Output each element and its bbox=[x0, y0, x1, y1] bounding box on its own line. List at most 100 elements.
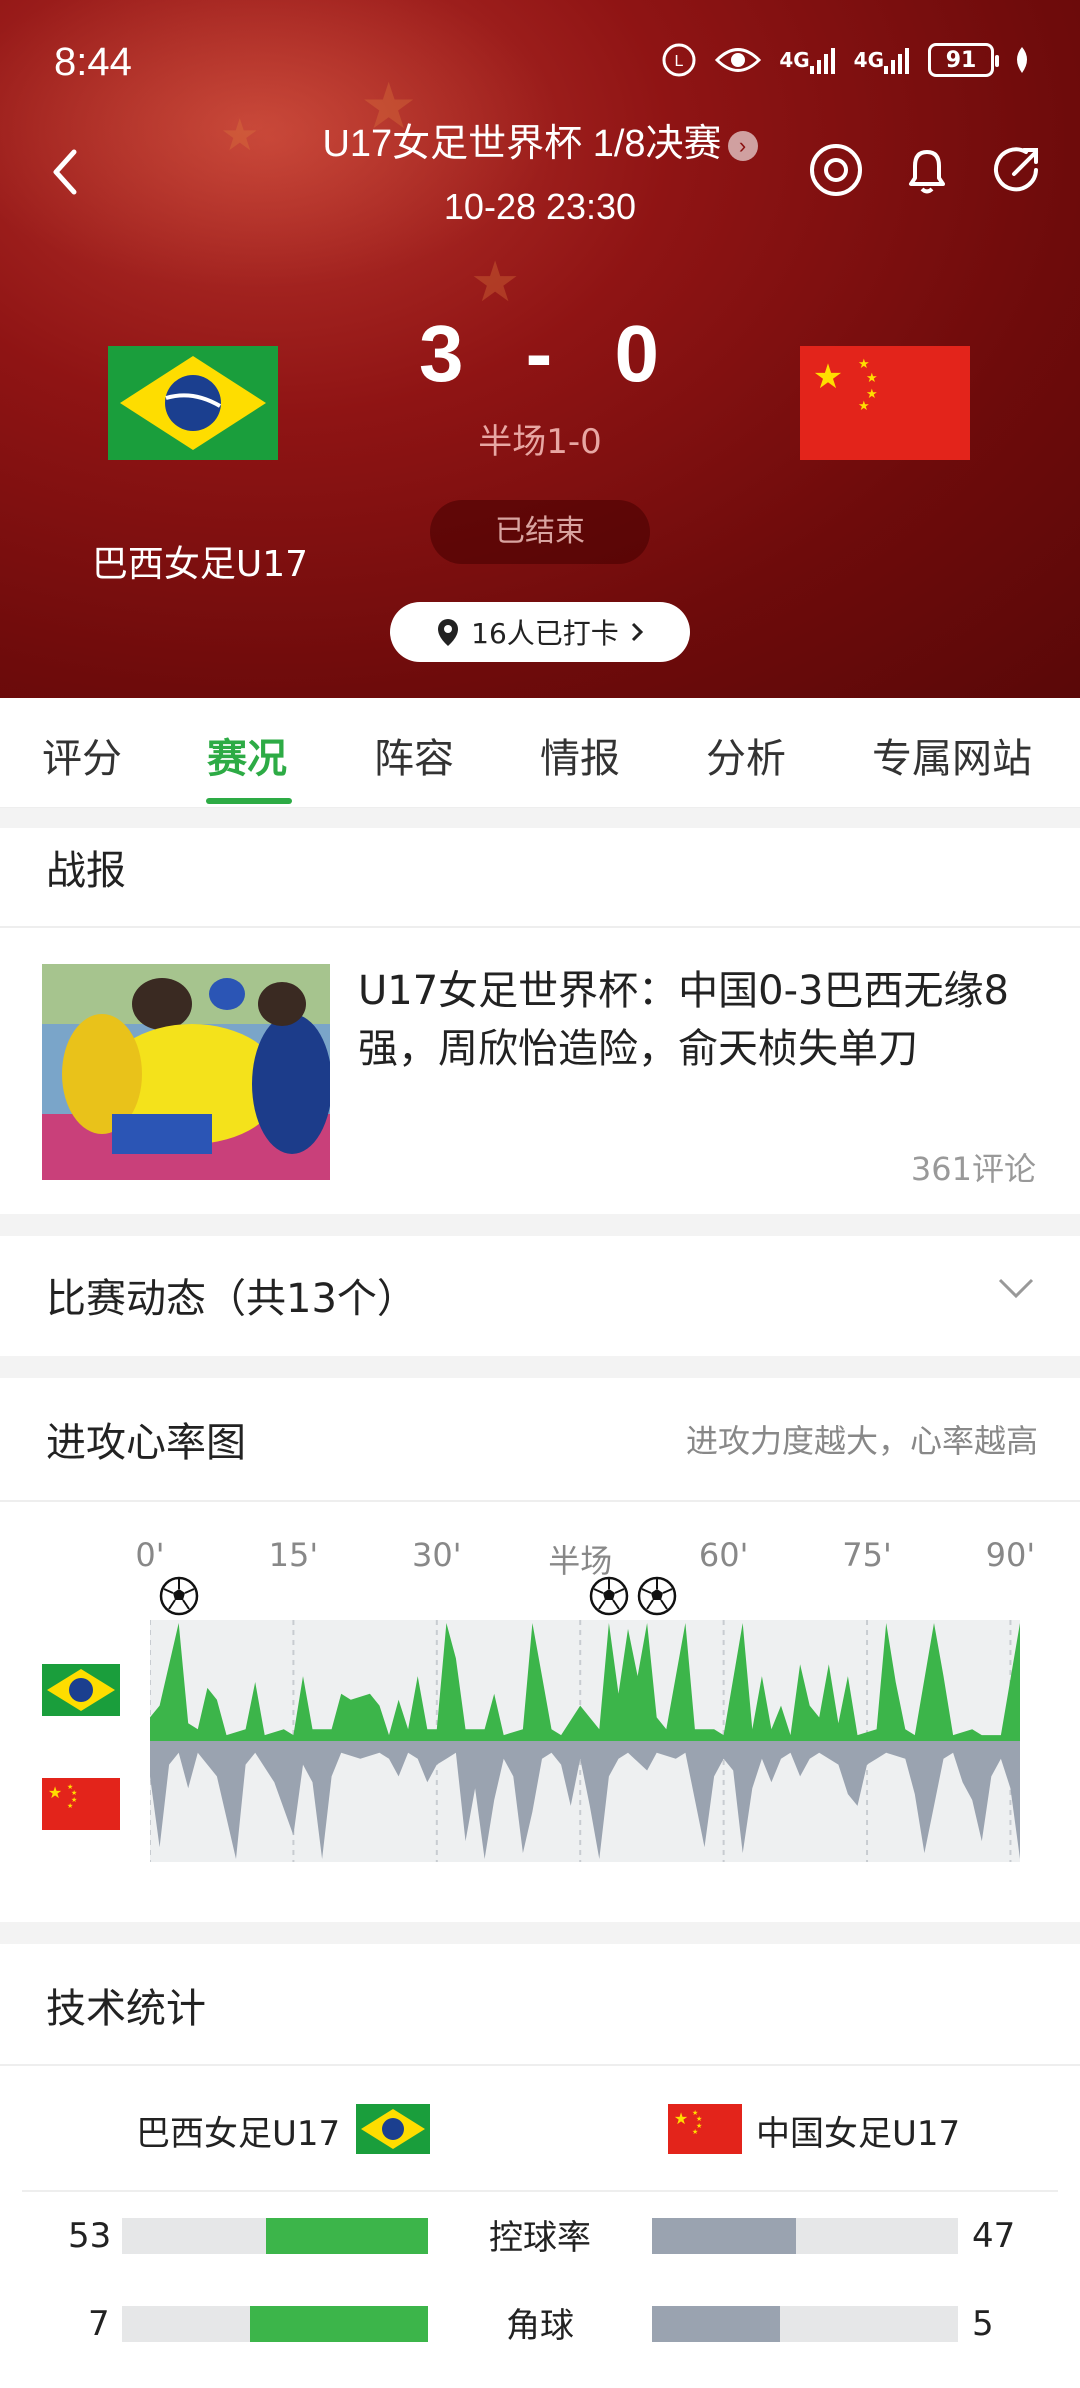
chevron-down-icon[interactable] bbox=[996, 1268, 1036, 1308]
tab-intel[interactable]: 情报 bbox=[540, 726, 620, 784]
svg-text:★: ★ bbox=[674, 2109, 688, 2128]
score: 3 - 0 bbox=[390, 308, 690, 400]
news-headline[interactable]: U17女足世界杯：中国0-3巴西无缘8强，周欣怡造险，俞天桢失单刀 bbox=[358, 962, 1048, 1078]
home-score: 3 bbox=[418, 309, 466, 398]
svg-text:★: ★ bbox=[866, 371, 878, 386]
chevron-right-icon bbox=[631, 622, 643, 642]
divider bbox=[0, 2064, 1080, 2066]
away-team-flag[interactable]: ★ ★ ★ ★ ★ bbox=[800, 346, 970, 460]
battery-icon: 91 bbox=[928, 43, 999, 77]
svg-text:★: ★ bbox=[692, 2128, 698, 2136]
soccer-ball-icon[interactable] bbox=[637, 1576, 677, 1616]
soccer-ball-icon[interactable] bbox=[159, 1576, 199, 1616]
status-bar: 8:44 L 4G 4G 91 bbox=[0, 36, 1080, 96]
halftime-score: 半场1-0 bbox=[478, 422, 602, 462]
signal-label: 4G bbox=[779, 48, 810, 72]
match-datetime: 10-28 23:30 bbox=[443, 186, 637, 227]
target-button[interactable] bbox=[806, 140, 866, 200]
score-separator: - bbox=[525, 309, 555, 398]
tab-lineup[interactable]: 阵容 bbox=[374, 726, 454, 784]
chart-x-tick: 30' bbox=[412, 1536, 462, 1574]
stat-away-bar bbox=[652, 2218, 958, 2254]
home-team-flag[interactable] bbox=[108, 346, 278, 460]
chart-x-tick: 75' bbox=[842, 1536, 892, 1574]
checkin-label: 16人已打卡 bbox=[471, 617, 619, 650]
stat-name: 角球 bbox=[506, 2306, 574, 2346]
stat-home-bar-fill bbox=[249, 2306, 428, 2342]
tech-stats-title: 技术统计 bbox=[46, 1986, 206, 2032]
home-flag-mini bbox=[42, 1664, 120, 1716]
hd-call-icon: L bbox=[661, 42, 697, 78]
battery-level: 91 bbox=[945, 47, 977, 73]
soccer-ball-icon[interactable] bbox=[589, 1576, 629, 1616]
divider bbox=[22, 2190, 1058, 2192]
eye-icon bbox=[715, 45, 762, 75]
target-icon bbox=[810, 144, 862, 196]
heart-chart-area bbox=[149, 1620, 1020, 1862]
stat-home-value: 7 bbox=[88, 2304, 110, 2344]
bell-button[interactable] bbox=[897, 140, 957, 200]
chart-x-tick: 90' bbox=[985, 1536, 1036, 1574]
competition-title-text: U17女足世界杯 1/8决赛 bbox=[322, 123, 722, 165]
divider bbox=[0, 926, 1080, 928]
stats-away-flag: ★ ★ ★ ★ ★ bbox=[668, 2104, 742, 2154]
news-thumbnail[interactable] bbox=[42, 964, 330, 1180]
signal-icon: 4G bbox=[779, 46, 835, 74]
bell-icon bbox=[909, 150, 945, 194]
location-pin-icon bbox=[438, 619, 459, 646]
stat-home-value: 53 bbox=[68, 2216, 112, 2256]
heart-chart-title: 进攻心率图 bbox=[46, 1420, 246, 1466]
stat-away-value: 47 bbox=[972, 2216, 1016, 2256]
away-flag-mini: ★ ★ ★ ★ ★ bbox=[42, 1778, 120, 1830]
bg-star-icon: ★ bbox=[470, 250, 521, 315]
checkin-button[interactable]: 16人已打卡 bbox=[390, 602, 690, 662]
away-score: 0 bbox=[614, 309, 662, 398]
stat-away-bar-fill bbox=[652, 2218, 796, 2254]
match-tabs: 评分 赛况 阵容 情报 分析 专属网站 bbox=[0, 698, 1080, 808]
home-team-name[interactable]: 巴西女足U17 bbox=[60, 535, 340, 587]
section-gap bbox=[0, 1922, 1080, 1944]
match-header: ★ ★ ★ 8:44 L 4G 4G 91 U17女足世界杯 1/8决赛 › 1… bbox=[0, 0, 1080, 698]
screen: { "status_bar": {"time": "8:44", "batter… bbox=[0, 0, 1080, 2388]
share-button[interactable] bbox=[988, 140, 1048, 200]
chart-x-tick: 60' bbox=[698, 1536, 749, 1574]
active-tab-indicator bbox=[206, 798, 292, 804]
svg-text:★: ★ bbox=[858, 357, 870, 372]
stat-away-bar-fill bbox=[652, 2306, 780, 2342]
chart-x-tick: 15' bbox=[268, 1536, 319, 1574]
heart-chart-svg bbox=[149, 1620, 1020, 1862]
match-status-badge: 已结束 bbox=[430, 500, 650, 564]
stats-home-team: 巴西女足U17 bbox=[136, 2114, 341, 2154]
section-gap bbox=[0, 1356, 1080, 1378]
svg-text:★: ★ bbox=[67, 1802, 73, 1810]
stat-name: 控球率 bbox=[489, 2218, 591, 2258]
heart-chart-hint: 进攻力度越大，心率越高 bbox=[685, 1422, 1038, 1460]
report-section-title: 战报 bbox=[46, 848, 126, 894]
status-time: 8:44 bbox=[54, 40, 132, 84]
svg-text:★: ★ bbox=[48, 1783, 62, 1802]
stat-home-bar bbox=[122, 2306, 428, 2342]
away-attack-area bbox=[150, 1741, 1020, 1859]
back-button[interactable] bbox=[46, 142, 86, 202]
signal-icon: 4G bbox=[854, 46, 910, 74]
chart-x-tick: 0' bbox=[135, 1536, 165, 1574]
stat-home-bar bbox=[122, 2218, 428, 2254]
stat-home-bar-fill bbox=[265, 2218, 428, 2254]
stat-away-bar bbox=[652, 2306, 958, 2342]
stat-away-value: 5 bbox=[972, 2304, 994, 2344]
news-comment-count[interactable]: 361评论 bbox=[911, 1144, 1036, 1190]
signal-label: 4G bbox=[853, 48, 884, 72]
competition-title[interactable]: U17女足世界杯 1/8决赛 › bbox=[280, 112, 800, 167]
tab-rating[interactable]: 评分 bbox=[42, 726, 122, 784]
home-attack-area bbox=[150, 1623, 1020, 1741]
status-icons: L 4G 4G 91 bbox=[661, 42, 1032, 78]
tab-analysis[interactable]: 分析 bbox=[706, 726, 786, 784]
tab-live[interactable]: 赛况 bbox=[207, 726, 287, 784]
stats-home-flag bbox=[356, 2104, 430, 2154]
chevron-right-icon: › bbox=[727, 130, 758, 161]
stats-away-team: 中国女足U17 bbox=[756, 2114, 961, 2154]
tab-official-site[interactable]: 专属网站 bbox=[872, 726, 1032, 784]
leaf-icon bbox=[1012, 45, 1032, 75]
events-title: 比赛动态（共13个） bbox=[46, 1276, 417, 1322]
svg-text:★: ★ bbox=[813, 357, 843, 397]
